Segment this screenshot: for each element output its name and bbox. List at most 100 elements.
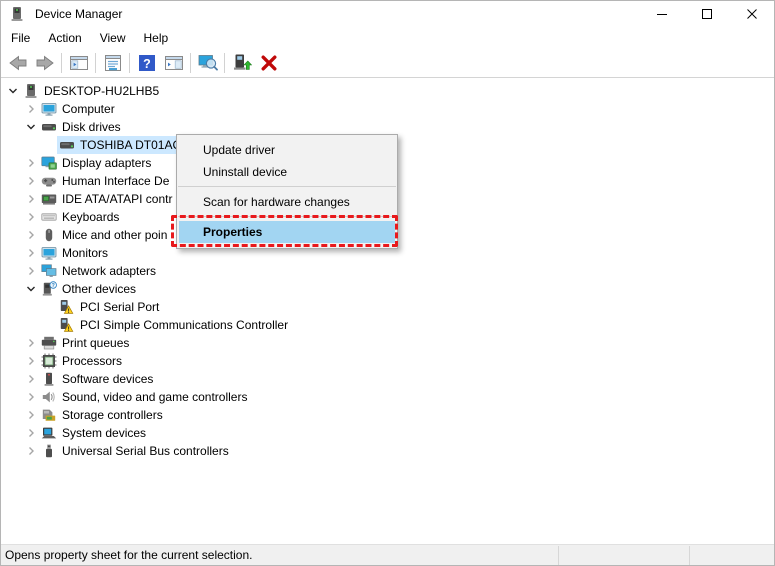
- chevron-collapsed-icon[interactable]: [23, 173, 39, 189]
- menubar-item-file[interactable]: File: [2, 28, 39, 48]
- tree-row[interactable]: Processors: [1, 352, 774, 370]
- tree-row[interactable]: DESKTOP-HU2LHB5: [1, 82, 774, 100]
- system-icon: [41, 425, 57, 441]
- action-pane-icon: [164, 53, 184, 73]
- tree-row[interactable]: ! PCI Simple Communications Controller: [1, 316, 774, 334]
- tree-node[interactable]: Print queues: [39, 334, 131, 352]
- chevron-expanded-icon[interactable]: [5, 83, 21, 99]
- context-menu-separator: [178, 216, 396, 217]
- display-icon: [41, 155, 57, 171]
- chevron-collapsed-icon[interactable]: [23, 101, 39, 117]
- chevron-expanded-icon[interactable]: [23, 281, 39, 297]
- tree-node[interactable]: Monitors: [39, 244, 110, 262]
- svg-text:!: !: [68, 326, 70, 333]
- mouse-icon: [41, 227, 57, 243]
- tree-node[interactable]: ! PCI Serial Port: [57, 298, 161, 316]
- tree-node[interactable]: Sound, video and game controllers: [39, 388, 249, 406]
- tree-row[interactable]: ? Other devices: [1, 280, 774, 298]
- menu-bar: File Action View Help: [1, 27, 774, 49]
- chevron-collapsed-icon[interactable]: [23, 371, 39, 387]
- chevron-collapsed-icon[interactable]: [23, 155, 39, 171]
- tree-row[interactable]: Software devices: [1, 370, 774, 388]
- title-bar[interactable]: Device Manager: [1, 1, 774, 27]
- help-icon: ?: [137, 53, 157, 73]
- tree-node-label: Display adapters: [62, 156, 152, 170]
- disk-icon: [59, 137, 75, 153]
- chevron-collapsed-icon[interactable]: [23, 245, 39, 261]
- tree-node[interactable]: Computer: [39, 100, 117, 118]
- tree-row[interactable]: Universal Serial Bus controllers: [1, 442, 774, 460]
- chevron-placeholder: [41, 299, 57, 315]
- back-button[interactable]: [4, 51, 31, 75]
- help-button[interactable]: ?: [133, 51, 160, 75]
- menubar-item-help[interactable]: Help: [135, 28, 178, 48]
- tree-node[interactable]: Human Interface De: [39, 172, 171, 190]
- storage-icon: [41, 407, 57, 423]
- tree-node[interactable]: Mice and other poin: [39, 226, 169, 244]
- maximize-button[interactable]: [684, 1, 729, 27]
- tree-node-label: Monitors: [62, 246, 109, 260]
- tree-row[interactable]: Network adapters: [1, 262, 774, 280]
- context-menu-item-scan-for-hardware-changes[interactable]: Scan for hardware changes: [177, 191, 397, 213]
- chevron-collapsed-icon[interactable]: [23, 443, 39, 459]
- tree-node-label: PCI Simple Communications Controller: [80, 318, 289, 332]
- device-manager-icon: [9, 6, 25, 22]
- warning-device-icon: !: [59, 299, 75, 315]
- chevron-collapsed-icon[interactable]: [23, 191, 39, 207]
- tree-node[interactable]: Software devices: [39, 370, 155, 388]
- menubar-item-view[interactable]: View: [91, 28, 135, 48]
- tree-node[interactable]: ! PCI Simple Communications Controller: [57, 316, 290, 334]
- minimize-button[interactable]: [639, 1, 684, 27]
- toolbar-separator: [190, 53, 191, 73]
- tree-node[interactable]: Keyboards: [39, 208, 121, 226]
- tree-node[interactable]: ? Other devices: [39, 280, 138, 298]
- tree-node[interactable]: Storage controllers: [39, 406, 165, 424]
- context-menu-separator: [178, 186, 396, 187]
- close-button[interactable]: [729, 1, 774, 27]
- disk-icon: [41, 119, 57, 135]
- chevron-collapsed-icon[interactable]: [23, 389, 39, 405]
- chevron-collapsed-icon[interactable]: [23, 209, 39, 225]
- tree-node-label: Human Interface De: [62, 174, 170, 188]
- context-menu-item-update-driver[interactable]: Update driver: [177, 139, 397, 161]
- chevron-collapsed-icon[interactable]: [23, 335, 39, 351]
- tree-node[interactable]: Display adapters: [39, 154, 153, 172]
- tree-node[interactable]: DESKTOP-HU2LHB5: [21, 82, 161, 100]
- update-driver-button[interactable]: [228, 51, 255, 75]
- tree-node[interactable]: Universal Serial Bus controllers: [39, 442, 231, 460]
- tree-row[interactable]: Storage controllers: [1, 406, 774, 424]
- tree-row[interactable]: System devices: [1, 424, 774, 442]
- tree-node-label: Network adapters: [62, 264, 157, 278]
- chevron-placeholder: [41, 137, 57, 153]
- menubar-item-action[interactable]: Action: [39, 28, 90, 48]
- console-tree-button[interactable]: [65, 51, 92, 75]
- tree-row[interactable]: Sound, video and game controllers: [1, 388, 774, 406]
- scan-hardware-changes-button[interactable]: [194, 51, 221, 75]
- context-menu-item-uninstall-device[interactable]: Uninstall device: [177, 161, 397, 183]
- forward-button[interactable]: [31, 51, 58, 75]
- tree-row[interactable]: Computer: [1, 100, 774, 118]
- tree-node[interactable]: IDE ATA/ATAPI contr: [39, 190, 174, 208]
- chevron-collapsed-icon[interactable]: [23, 263, 39, 279]
- action-pane-button[interactable]: [160, 51, 187, 75]
- tree-row[interactable]: ! PCI Serial Port: [1, 298, 774, 316]
- chevron-expanded-icon[interactable]: [23, 119, 39, 135]
- tree-node[interactable]: Network adapters: [39, 262, 158, 280]
- context-menu-item-properties[interactable]: Properties: [179, 221, 395, 243]
- minimize-icon: [656, 14, 667, 15]
- tree-node[interactable]: Disk drives: [39, 118, 123, 136]
- tree-node[interactable]: Processors: [39, 352, 124, 370]
- tree-node-label: PCI Serial Port: [80, 300, 160, 314]
- chevron-collapsed-icon[interactable]: [23, 227, 39, 243]
- tree-node-label: Sound, video and game controllers: [62, 390, 248, 404]
- hid-icon: [41, 173, 57, 189]
- tree-node[interactable]: System devices: [39, 424, 148, 442]
- status-bar: Opens property sheet for the current sel…: [1, 544, 774, 565]
- chevron-collapsed-icon[interactable]: [23, 425, 39, 441]
- properties-button[interactable]: [99, 51, 126, 75]
- uninstall-device-button[interactable]: [255, 51, 282, 75]
- tree-row[interactable]: Print queues: [1, 334, 774, 352]
- chevron-collapsed-icon[interactable]: [23, 353, 39, 369]
- chevron-placeholder: [41, 317, 57, 333]
- chevron-collapsed-icon[interactable]: [23, 407, 39, 423]
